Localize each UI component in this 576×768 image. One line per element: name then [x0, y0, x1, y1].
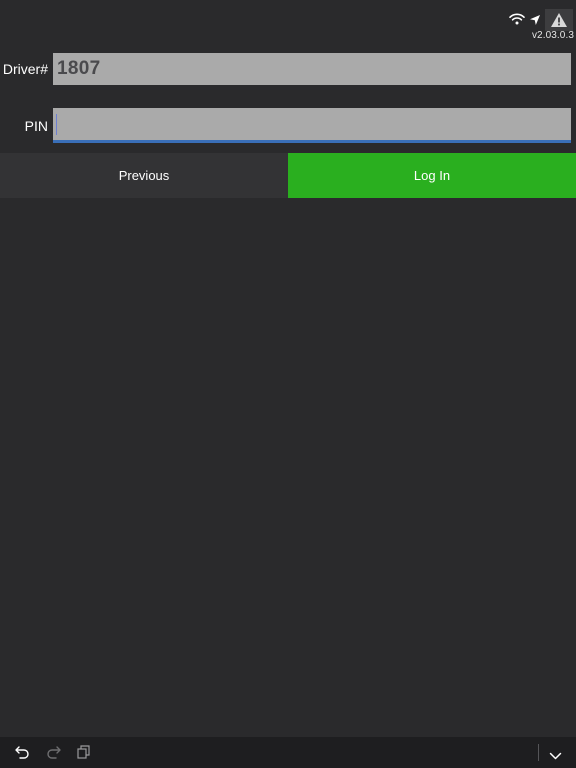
previous-button[interactable]: Previous	[0, 153, 288, 198]
pin-focus-underline	[53, 140, 571, 143]
location-arrow-icon	[529, 13, 541, 25]
text-cursor	[56, 114, 57, 135]
redo-icon[interactable]	[46, 745, 61, 764]
wifi-icon	[509, 12, 525, 25]
driver-label: Driver#	[2, 61, 48, 77]
warning-icon	[551, 13, 567, 27]
warning-button[interactable]	[545, 9, 573, 31]
chevron-down-icon[interactable]	[549, 748, 562, 766]
action-buttons: Previous Log In	[0, 153, 576, 198]
version-label: v2.03.0.3	[531, 30, 574, 41]
copy-icon[interactable]	[77, 745, 90, 764]
pin-input[interactable]	[53, 108, 571, 140]
status-bar: v2.03.0.3	[0, 0, 576, 46]
driver-input[interactable]: 1807	[53, 53, 571, 85]
toolbar-divider	[538, 744, 539, 761]
pin-label: PIN	[24, 118, 48, 134]
login-button[interactable]: Log In	[288, 153, 576, 198]
login-screen: v2.03.0.3 Driver# 1807 PIN Previous Log …	[0, 0, 576, 768]
keyboard-toolbar	[0, 737, 576, 768]
driver-value: 1807	[57, 58, 101, 79]
undo-icon[interactable]	[15, 745, 30, 764]
